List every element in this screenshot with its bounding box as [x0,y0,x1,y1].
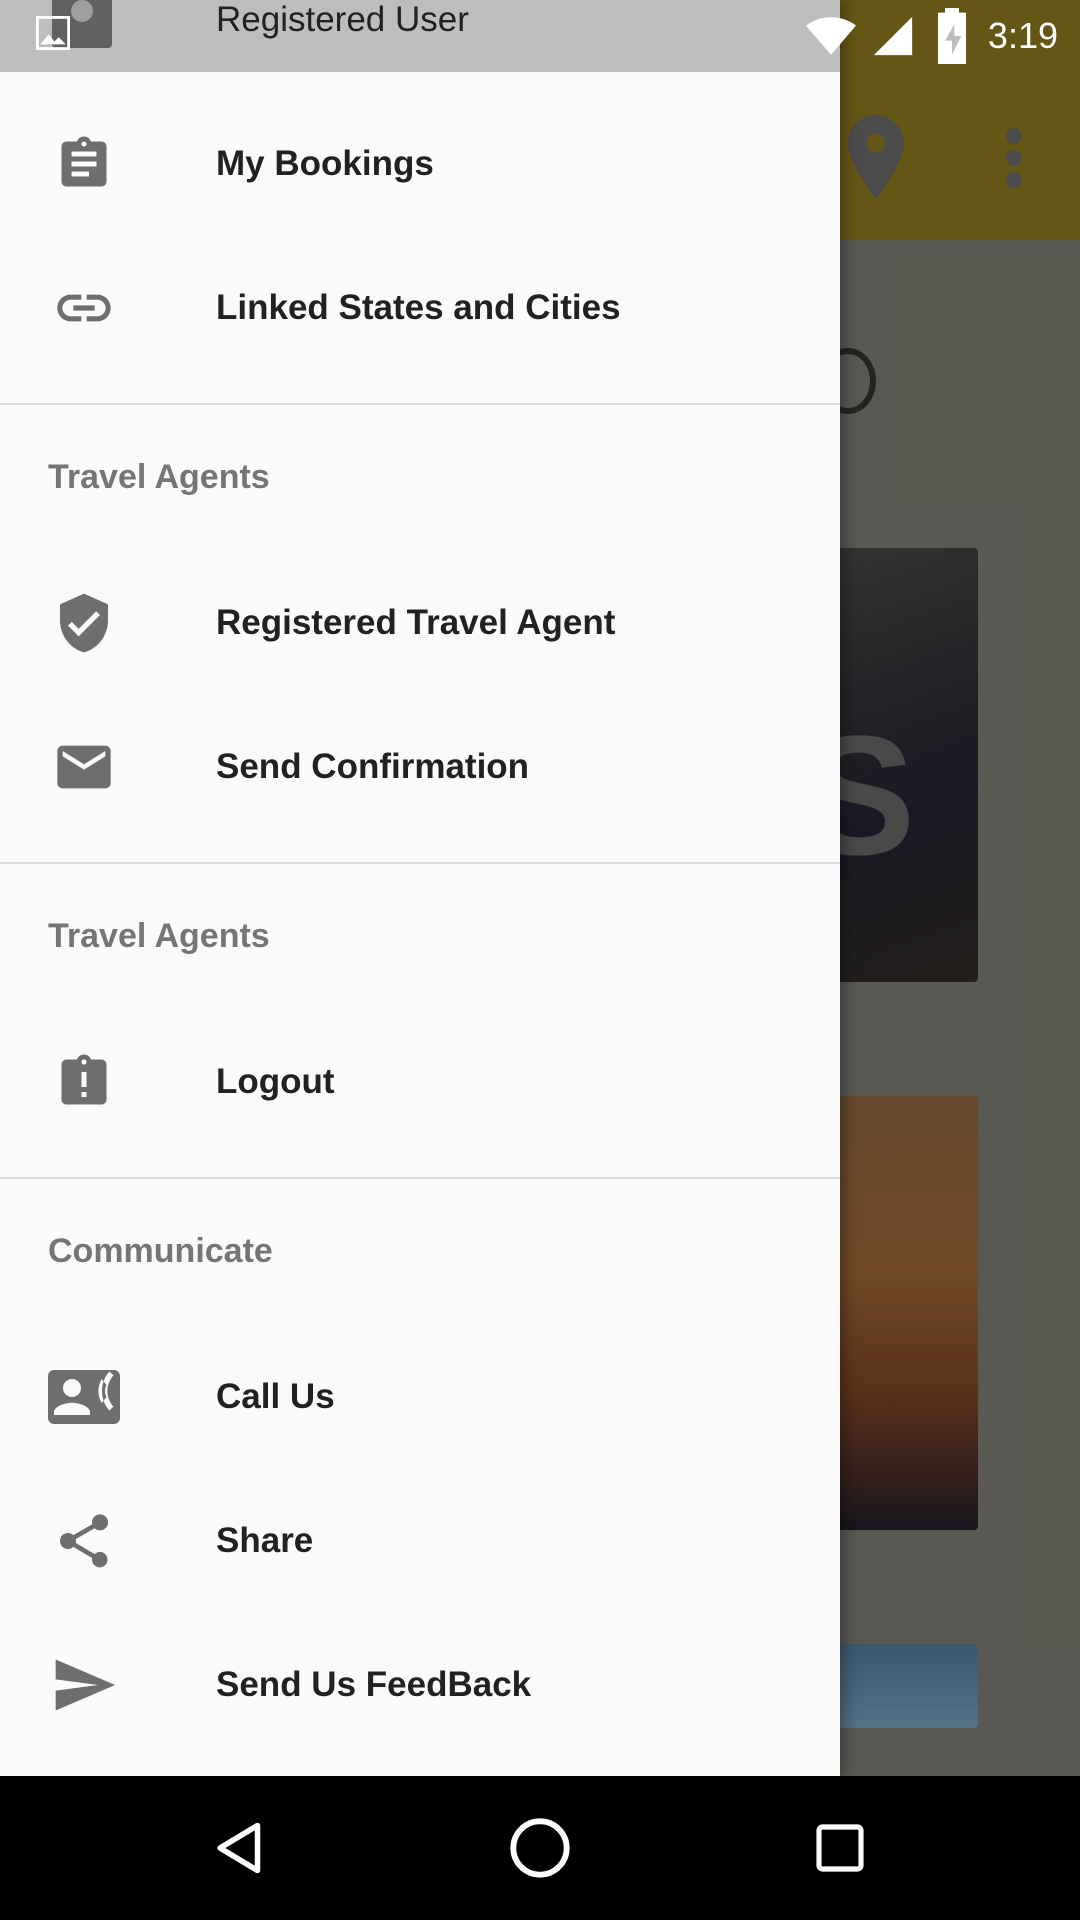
status-time: 3:19 [987,15,1058,56]
clipboard-icon [48,128,120,200]
nav-recents-button[interactable] [800,1808,880,1888]
contact-phone-icon [48,1361,120,1433]
menu-item-label: Send Confirmation [216,747,530,786]
menu-item-label: Send Us FeedBack [216,1665,532,1704]
home-circle-icon [510,1818,570,1878]
menu-item-send-feedback[interactable]: Send Us FeedBack [0,1613,840,1757]
menu-item-call-us[interactable]: Call Us [0,1325,840,1469]
clipboard-alert-icon [48,1046,120,1118]
divider [0,1177,840,1179]
signal-icon [873,16,913,56]
menu-item-logout[interactable]: Logout [0,1010,840,1154]
menu-item-label: Linked States and Cities [216,288,621,327]
send-icon [48,1649,120,1721]
recents-square-icon [816,1824,864,1872]
wifi-icon [805,17,856,55]
section-title: Travel Agents [48,917,270,955]
menu-item-share[interactable]: Share [0,1469,840,1613]
menu-item-label: Logout [216,1062,335,1101]
navigation-drawer: Registered User My Bookings Linked State… [0,0,840,1776]
system-nav-bar [0,1776,1080,1920]
battery-charging-icon [937,8,966,64]
nav-back-button[interactable] [200,1808,280,1888]
verified-shield-icon [48,587,120,659]
menu-item-registered-travel-agent[interactable]: Registered Travel Agent [0,551,840,695]
menu-item-my-bookings[interactable]: My Bookings [0,92,840,236]
section-title: Communicate [48,1232,273,1270]
menu-item-linked-states[interactable]: Linked States and Cities [0,236,840,380]
divider [0,862,840,864]
menu-item-label: Registered Travel Agent [216,603,616,642]
status-bar: 3:19 [0,0,1080,72]
menu-item-label: My Bookings [216,144,434,183]
share-icon [48,1505,120,1577]
link-icon [48,272,120,344]
menu-item-send-confirmation[interactable]: Send Confirmation [0,695,840,839]
divider [0,403,840,405]
back-triangle-icon [217,1822,261,1874]
section-title: Travel Agents [48,458,270,496]
nav-home-button[interactable] [500,1808,580,1888]
menu-item-label: Share [216,1521,314,1560]
menu-item-label: Call Us [216,1377,335,1416]
mail-icon [48,731,120,803]
